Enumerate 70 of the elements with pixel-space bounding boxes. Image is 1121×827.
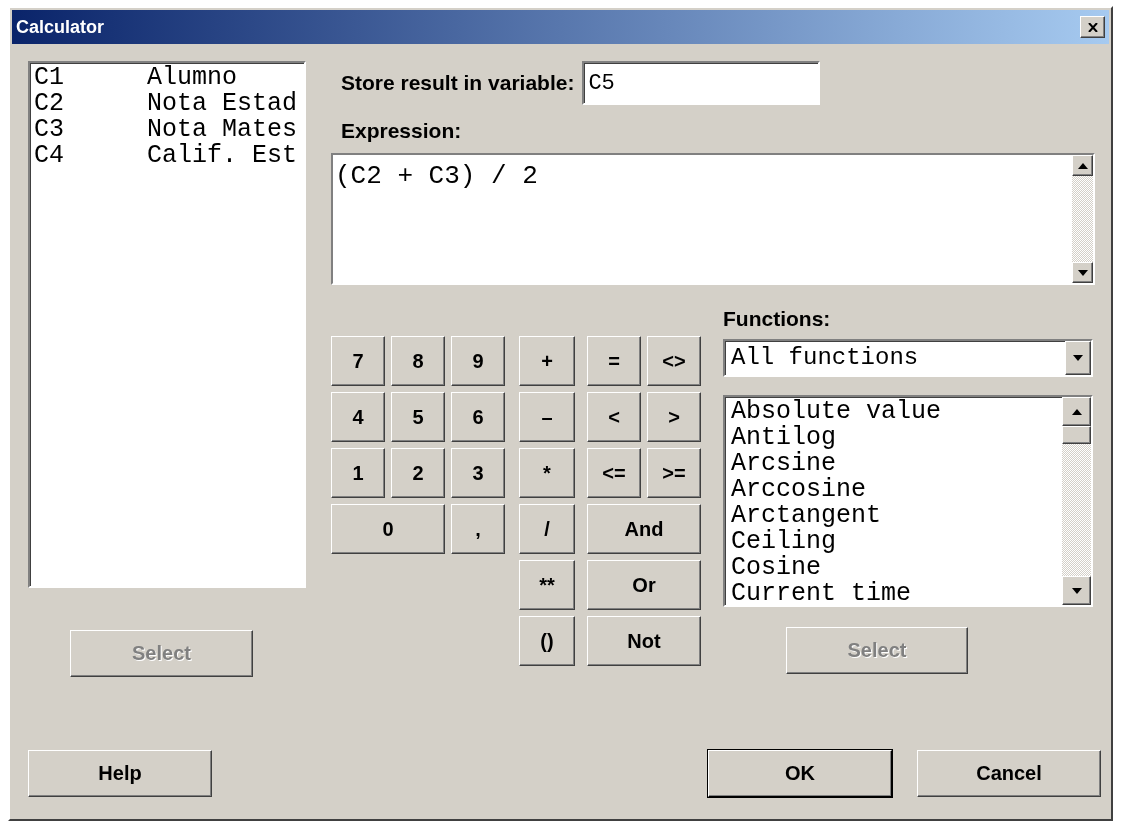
operator-key[interactable]: <= [587, 448, 641, 498]
column-id[interactable]: C4 [34, 143, 147, 169]
window-title: Calculator [16, 16, 105, 38]
store-variable-field[interactable]: C5 [582, 61, 821, 105]
scrollbar[interactable] [1062, 397, 1091, 605]
function-item[interactable]: Antilog [731, 425, 1056, 451]
column-name[interactable]: Calif. Est [147, 143, 298, 169]
dialog-button[interactable]: Help [28, 750, 212, 797]
keypad-key[interactable]: 4 [331, 392, 385, 442]
operator-key[interactable]: * [519, 448, 575, 498]
operator-key[interactable]: / [519, 504, 575, 554]
functions-label: Functions: [723, 307, 832, 331]
function-category-dropdown[interactable]: All functions [723, 339, 1093, 377]
operator-key[interactable]: Or [587, 560, 701, 610]
keypad-key[interactable]: 1 [331, 448, 385, 498]
column-name[interactable]: Nota Mates [147, 117, 298, 143]
keypad-key[interactable]: , [451, 504, 505, 554]
close-icon [1087, 22, 1098, 32]
keypad-key[interactable]: 8 [391, 336, 445, 386]
scroll-up-button[interactable] [1062, 397, 1091, 426]
expression-field[interactable]: (C2 + C3) / 2 [331, 153, 1095, 285]
function-item[interactable]: Arcsine [731, 451, 1056, 477]
down-triangle-icon [1077, 269, 1088, 276]
keypad-key[interactable]: 9 [451, 336, 505, 386]
column-id[interactable]: C3 [34, 117, 147, 143]
column-id[interactable]: C2 [34, 91, 147, 117]
expression-label: Expression: [341, 119, 463, 143]
operator-key[interactable]: + [519, 336, 575, 386]
scroll-thumb[interactable] [1062, 426, 1091, 444]
dialog-button[interactable]: OK [708, 750, 892, 797]
keypad-key[interactable]: 5 [391, 392, 445, 442]
scroll-up-button[interactable] [1072, 155, 1093, 176]
operator-key[interactable]: () [519, 616, 575, 666]
keypad-key[interactable]: 0 [331, 504, 445, 554]
operator-key[interactable]: Not [587, 616, 701, 666]
dialog-button[interactable]: Cancel [917, 750, 1101, 797]
function-list[interactable]: Absolute value Antilog Arcsine Arccosine Arctangent Ceiling Cosine Current time [723, 395, 1093, 607]
dropdown-value: All functions [730, 343, 920, 373]
scroll-down-button[interactable] [1062, 576, 1091, 605]
store-label: Store result in variable: [341, 71, 575, 95]
operator-key[interactable]: = [587, 336, 641, 386]
operator-key[interactable]: <> [647, 336, 701, 386]
keypad-key[interactable]: 7 [331, 336, 385, 386]
function-item[interactable]: Cosine [731, 555, 1056, 581]
column-name[interactable]: Nota Estad [147, 91, 298, 117]
operator-key[interactable]: >= [647, 448, 701, 498]
scrollbar[interactable] [1072, 155, 1093, 283]
close-button[interactable] [1080, 16, 1105, 38]
operator-key[interactable]: > [647, 392, 701, 442]
function-item[interactable]: Current time [731, 581, 1056, 607]
down-triangle-icon [1073, 355, 1083, 361]
scroll-down-button[interactable] [1072, 262, 1093, 283]
function-item[interactable]: Arccosine [731, 477, 1056, 503]
operator-key[interactable]: ** [519, 560, 575, 610]
up-triangle-icon [1071, 408, 1082, 415]
down-triangle-icon [1071, 587, 1082, 594]
keypad-key[interactable]: 2 [391, 448, 445, 498]
variable-list[interactable]: C1 Alumno C2 Nota Estad C3 Nota Mates C4 Calif. Est [28, 61, 306, 588]
keypad-key[interactable]: 3 [451, 448, 505, 498]
function-item[interactable]: Arctangent [731, 503, 1056, 529]
dropdown-button[interactable] [1065, 341, 1091, 375]
up-triangle-icon [1077, 162, 1088, 169]
function-item[interactable]: Ceiling [731, 529, 1056, 555]
operator-key[interactable]: < [587, 392, 641, 442]
column-id[interactable]: C1 [34, 65, 147, 91]
function-item[interactable]: Absolute value [731, 399, 1056, 425]
keypad-key[interactable]: 6 [451, 392, 505, 442]
operator-key[interactable]: And [587, 504, 701, 554]
column-name[interactable]: Alumno [147, 65, 237, 91]
operator-key[interactable]: – [519, 392, 575, 442]
